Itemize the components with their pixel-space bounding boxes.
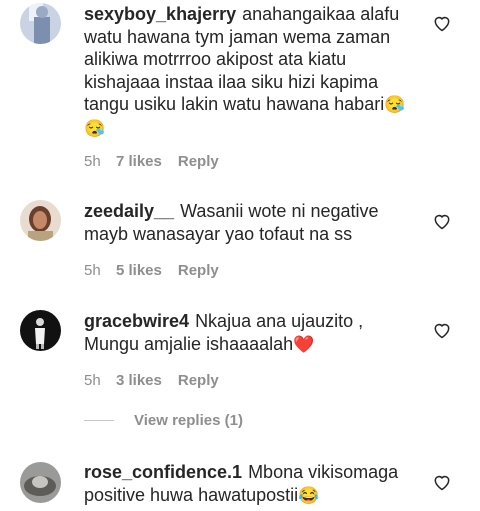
comment-username[interactable]: rose_confidence.1 (84, 462, 242, 482)
comment-text: rose_confidence.1 Mbona vikisomaga positi… (84, 461, 414, 507)
comment-meta: 5h 3 likes Reply (84, 372, 219, 389)
avatar[interactable] (20, 462, 61, 503)
reply-button[interactable]: Reply (178, 262, 219, 279)
comment-time: 5h (84, 372, 101, 389)
avatar[interactable] (20, 3, 61, 44)
comment-meta: 5h 7 likes Reply (84, 153, 219, 170)
heart-outline-icon[interactable] (432, 320, 452, 340)
avatar[interactable] (20, 310, 61, 351)
comment-text: sexyboy_khajerry anahangaikaa alafu watu … (84, 3, 414, 140)
reply-button[interactable]: Reply (178, 372, 219, 389)
red-heart-emoji: ❤️ (293, 334, 315, 354)
replies-divider (84, 420, 114, 421)
comment-username[interactable]: zeedaily__ (84, 201, 174, 221)
heart-outline-icon[interactable] (432, 472, 452, 492)
comment-time: 5h (84, 153, 101, 170)
comment-username[interactable]: gracebwire4 (84, 311, 189, 331)
view-replies-button[interactable]: View replies (1) (84, 412, 243, 429)
comment-username[interactable]: sexyboy_khajerry (84, 4, 236, 24)
view-replies-label: View replies (1) (134, 412, 243, 429)
comment-meta: 5h 5 likes Reply (84, 262, 219, 279)
comment-text: zeedaily__ Wasanii wote ni negative mayb … (84, 200, 414, 245)
heart-outline-icon[interactable] (432, 211, 452, 231)
tears-of-joy-emoji: 😂 (298, 485, 320, 505)
comment-text: gracebwire4 Nkajua ana ujauzito , Mungu a… (84, 310, 414, 356)
reply-button[interactable]: Reply (178, 153, 219, 170)
comment-time: 5h (84, 262, 101, 279)
likes-count[interactable]: 7 likes (116, 153, 162, 170)
avatar[interactable] (20, 200, 61, 241)
likes-count[interactable]: 5 likes (116, 262, 162, 279)
likes-count[interactable]: 3 likes (116, 372, 162, 389)
heart-outline-icon[interactable] (432, 13, 452, 33)
